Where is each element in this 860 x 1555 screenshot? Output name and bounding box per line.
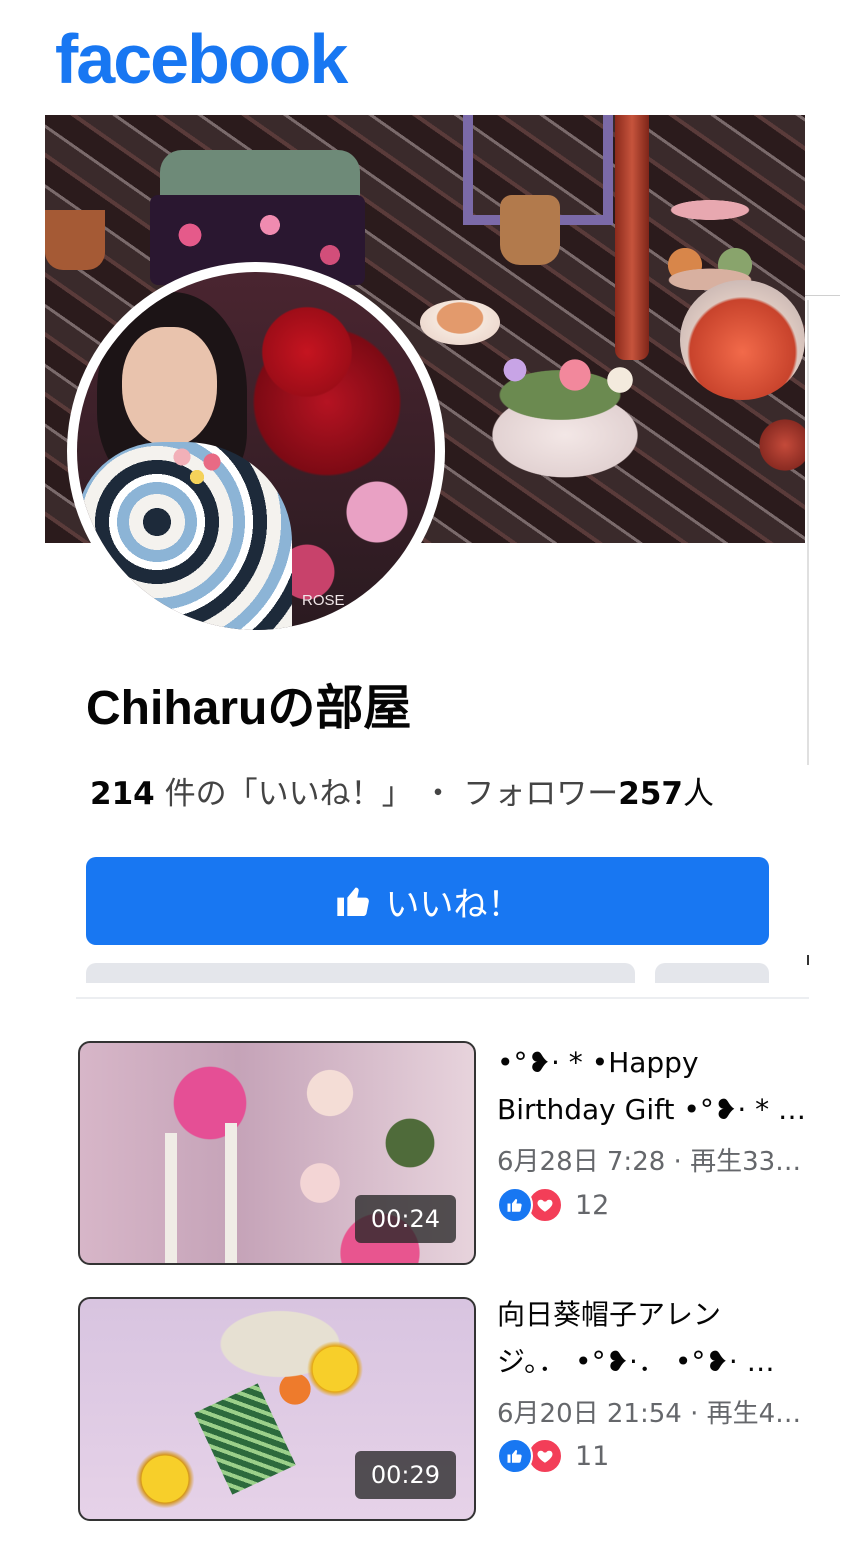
video-meta: 6月20日 21:54 · 再生4… — [497, 1399, 802, 1429]
avatar-face — [122, 327, 217, 447]
cover-flower-pot — [45, 210, 105, 270]
video-title-line: Birthday Gift •°❥· * … — [497, 1093, 807, 1126]
video-reactions[interactable]: 11 — [497, 1438, 609, 1474]
like-button-label: いいね！ — [385, 884, 522, 925]
like-page-button[interactable]: いいね！ — [86, 857, 769, 945]
likes-label: 件の「いいね！」 — [154, 776, 413, 812]
like-reaction-icon — [497, 1438, 533, 1474]
avatar[interactable]: ROSE — [77, 272, 435, 630]
video-thumbnail[interactable]: 00:29 — [78, 1297, 476, 1521]
cover-teapot — [680, 280, 805, 400]
thumbnail-detail — [194, 1383, 296, 1495]
edge-vline — [807, 300, 809, 765]
video-title-line: •°❥· * •Happy — [497, 1046, 699, 1079]
cover-cake-stand — [655, 170, 765, 290]
facebook-logo[interactable]: facebook — [55, 24, 348, 94]
video-title[interactable]: •°❥· * •Happy Birthday Gift •°❥· * … — [497, 1039, 817, 1133]
thumbs-up-icon — [336, 887, 369, 916]
reaction-count: 11 — [575, 1440, 610, 1472]
thumbnail-detail — [165, 1133, 177, 1263]
stats-separator: ・ — [422, 776, 454, 812]
followers-label: フォロワー — [463, 776, 619, 812]
cover-flowers — [475, 340, 645, 430]
video-title[interactable]: 向日葵帽子アレン ジ。． •°❥·． •°❥· … — [497, 1291, 817, 1385]
thumbnail-detail — [225, 1123, 237, 1263]
like-reaction-icon — [497, 1187, 533, 1223]
video-reactions[interactable]: 12 — [497, 1187, 609, 1223]
section-divider — [76, 997, 809, 999]
loading-placeholder-bar — [86, 963, 635, 983]
edge-line — [805, 295, 840, 296]
avatar-caption: ROSE — [302, 592, 345, 609]
cover-teacup — [420, 300, 500, 345]
video-duration: 00:29 — [354, 1451, 456, 1499]
video-duration: 00:24 — [354, 1195, 456, 1243]
edge-dash — [807, 955, 809, 965]
video-meta: 6月28日 7:28 · 再生33… — [497, 1147, 802, 1177]
likes-count: 214 — [90, 776, 155, 812]
loading-placeholder-button — [655, 963, 769, 983]
video-title-line: 向日葵帽子アレン — [497, 1298, 722, 1331]
video-thumbnail[interactable]: 00:24 — [78, 1041, 476, 1265]
cover-lantern — [500, 195, 560, 265]
page-stats: 214 件の「いいね！」 ・ フォロワー257人 — [90, 768, 714, 813]
reaction-count: 12 — [575, 1189, 610, 1221]
cover-pole — [615, 115, 649, 360]
followers-count: 257 — [618, 776, 684, 812]
avatar-necklace — [162, 437, 237, 487]
page-title: Chiharuの部屋 — [86, 682, 412, 735]
video-title-line: ジ。． •°❥·． •°❥· … — [497, 1345, 775, 1378]
followers-unit: 人 — [683, 776, 715, 812]
